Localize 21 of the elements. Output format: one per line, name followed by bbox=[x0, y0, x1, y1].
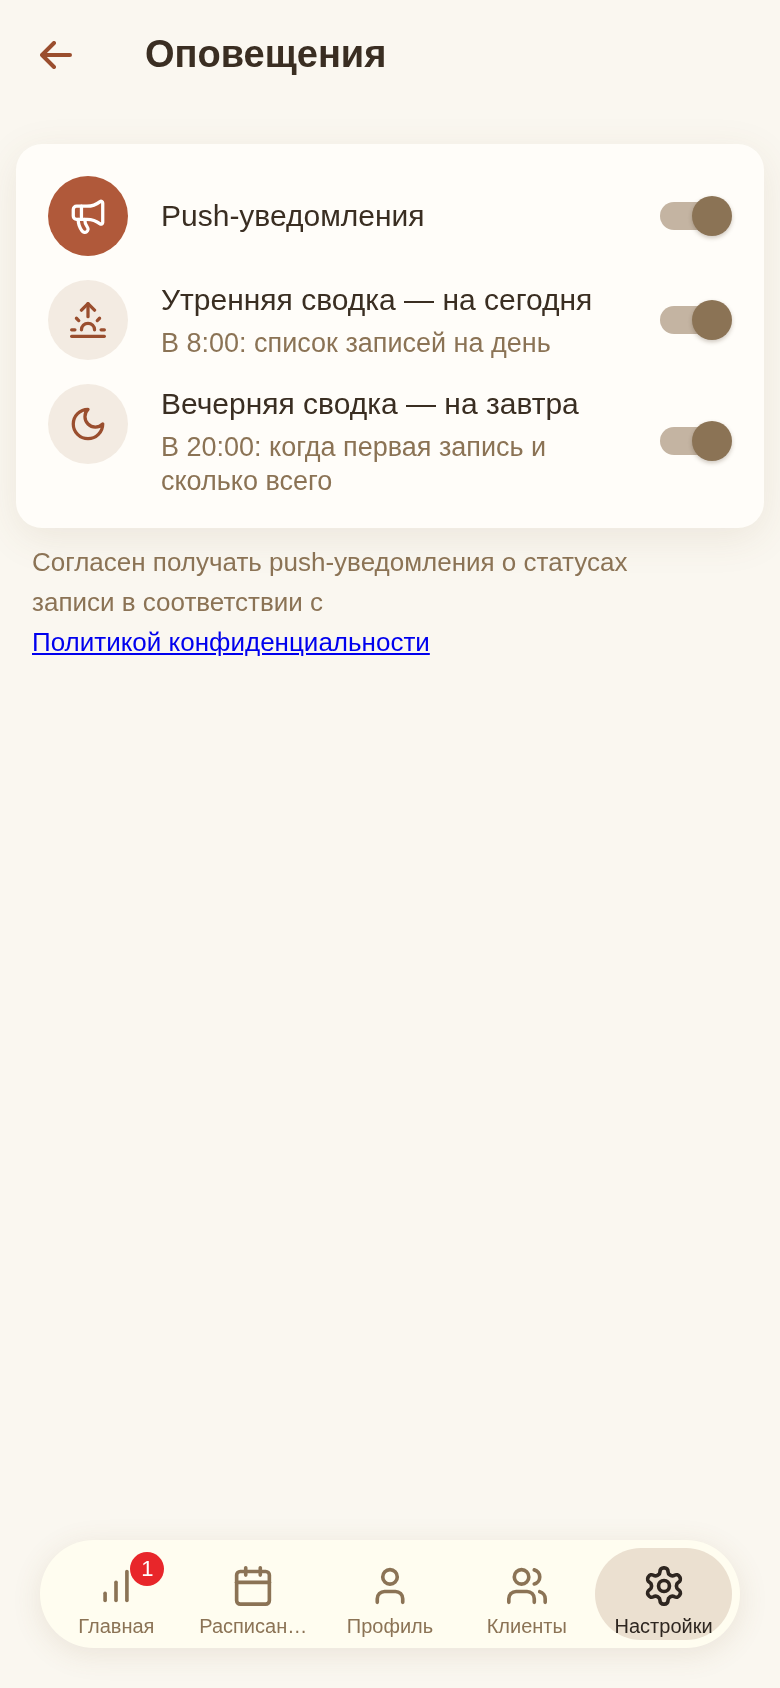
toggle-switch[interactable] bbox=[660, 196, 732, 236]
privacy-policy-link[interactable]: Политикой конфиденциальности bbox=[32, 627, 430, 657]
setting-description: В 8:00: список записей на день bbox=[161, 327, 552, 360]
nav-tab[interactable]: Расписан… bbox=[184, 1548, 322, 1640]
toggle-switch[interactable] bbox=[660, 421, 732, 461]
consent-text: Согласен получать push-уведомления о статусах записи в соответствии с Политикой конфиденциальности bbox=[32, 546, 629, 659]
people-icon bbox=[506, 1566, 547, 1606]
setting-title: Push-уведомления bbox=[161, 198, 426, 234]
setting-title: Утренняя сводка — на сегодня bbox=[161, 282, 594, 318]
setting-description: В 20:00: когда первая запись и сколько всего bbox=[161, 431, 548, 498]
settings-icon bbox=[643, 1566, 684, 1606]
nav-tab[interactable]: 1 Главная bbox=[48, 1548, 185, 1640]
calendar-icon bbox=[233, 1566, 274, 1606]
setting-title: Вечерняя сводка — на завтра bbox=[161, 386, 580, 422]
nav-tab[interactable]: Настройки bbox=[595, 1548, 732, 1640]
toggle-switch[interactable] bbox=[660, 300, 732, 340]
nav-tab[interactable]: Клиенты bbox=[458, 1548, 596, 1640]
notification-badge: 1 bbox=[130, 1552, 165, 1586]
nav-tab[interactable]: Профиль bbox=[321, 1548, 459, 1640]
arrow-left-icon bbox=[40, 41, 72, 69]
page-title: Оповещения bbox=[145, 32, 387, 78]
